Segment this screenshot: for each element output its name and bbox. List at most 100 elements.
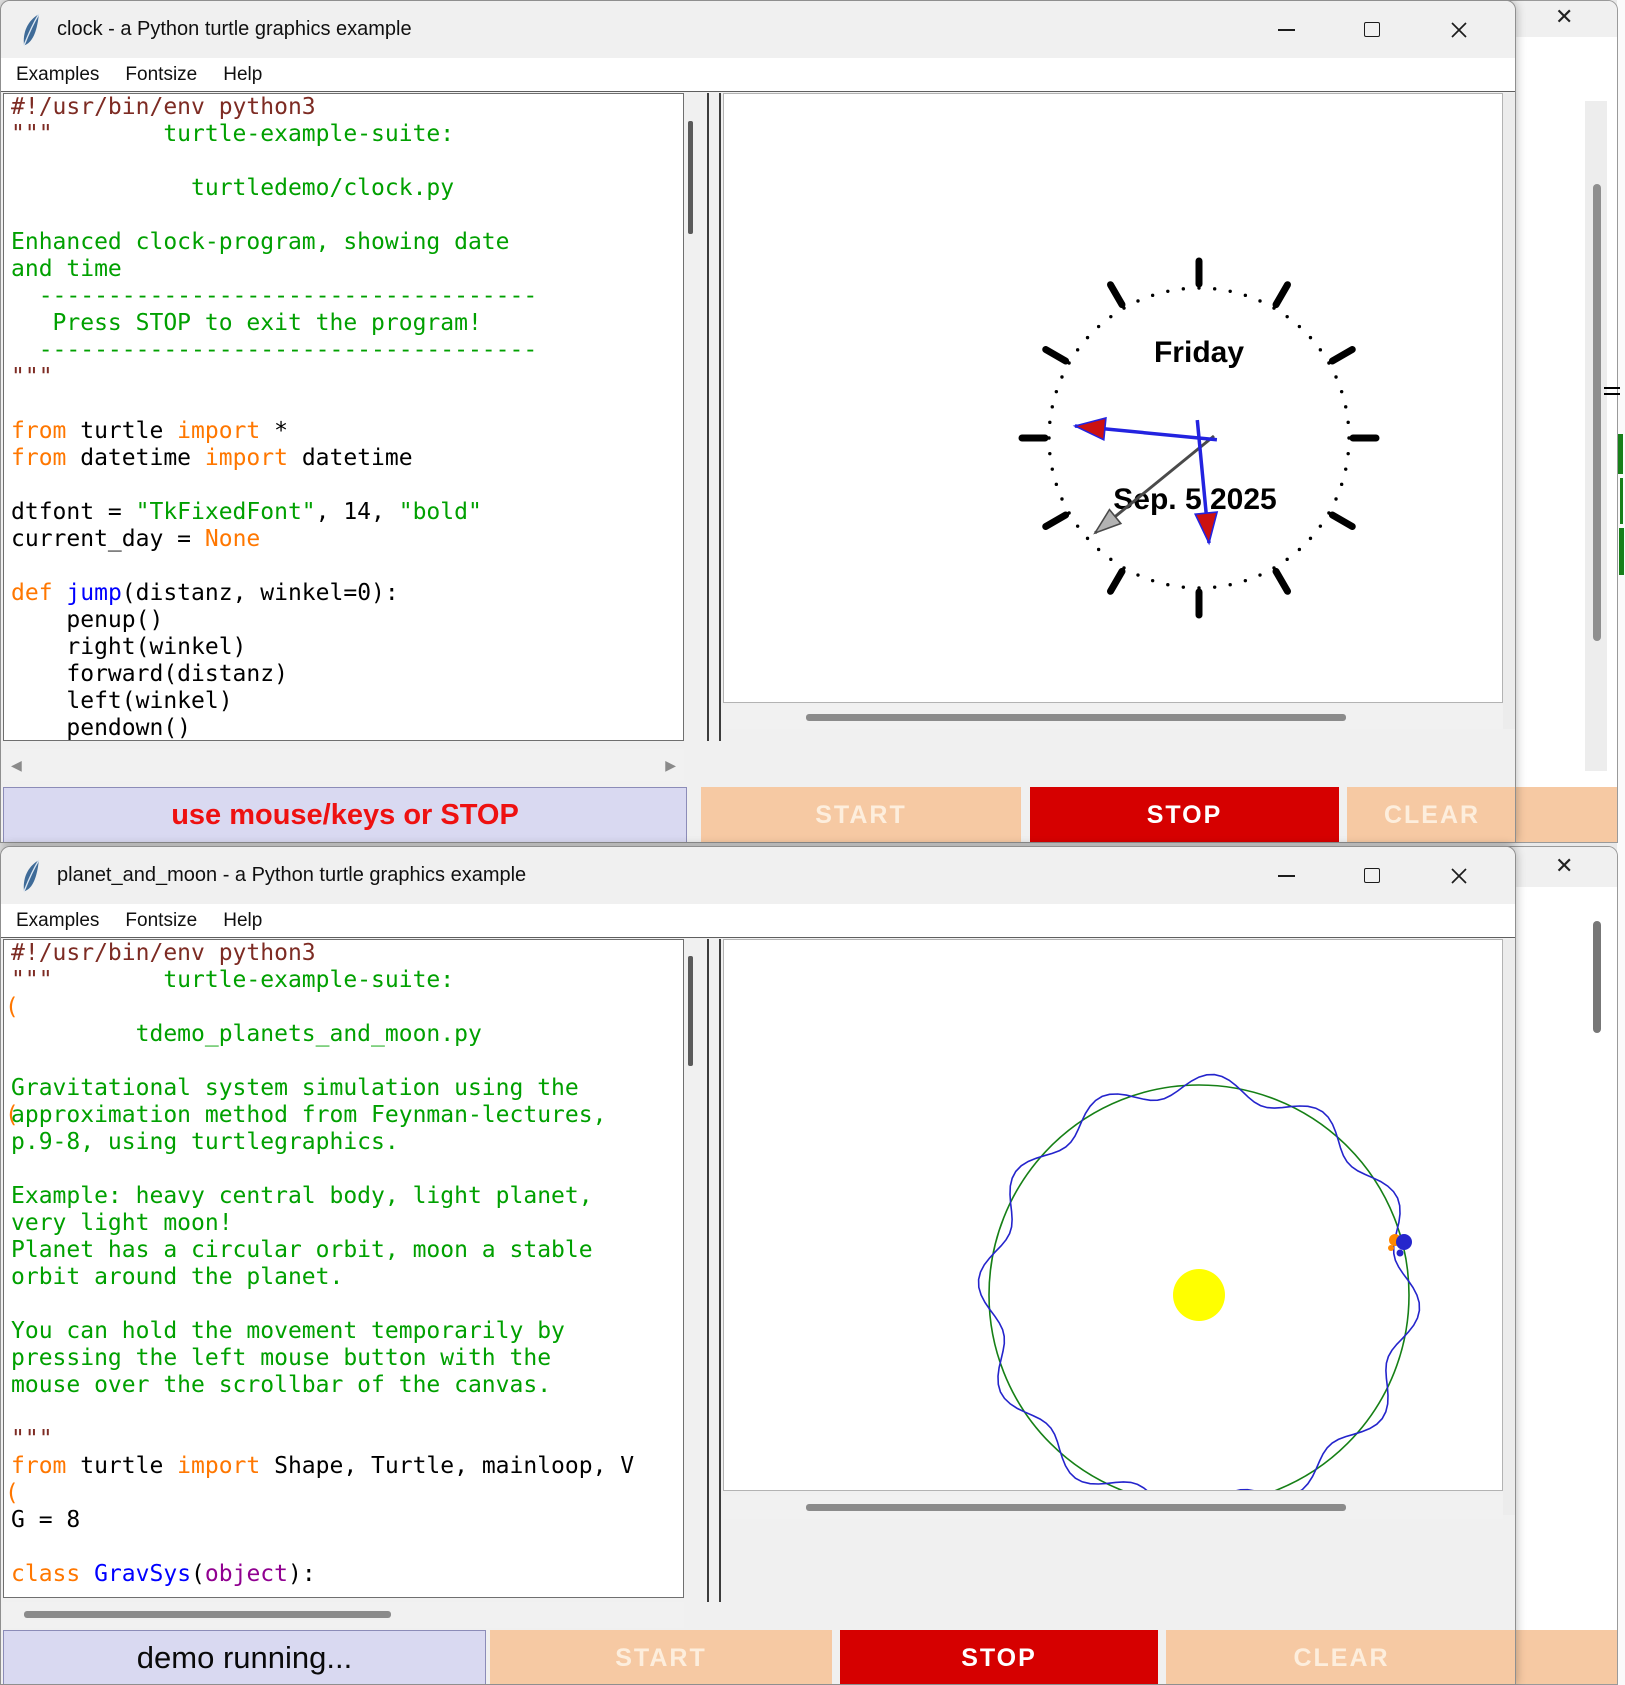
titlebar[interactable]: ✕ [1505,1,1617,37]
clock-minute-dot [1346,421,1349,424]
clock-minute-dot [1340,390,1343,393]
code-editor[interactable]: #!/usr/bin/env python3""" turtle-example… [3,939,684,1598]
clock-minute-dot [1334,375,1337,378]
stray-paren-glyph: ( [5,1480,19,1507]
stop-button[interactable]: STOP [840,1630,1158,1685]
code-line: from turtle import Shape, Turtle, mainlo… [4,1453,683,1480]
clock-minute-dot [1344,405,1347,408]
start-button[interactable]: START [701,787,1021,843]
turtle-canvas[interactable] [723,939,1503,1491]
window-planet-and-moon: planet_and_moon - a Python turtle graphi… [0,846,1516,1685]
code-line: orbit around the planet. [4,1264,683,1291]
code-line [4,472,683,499]
close-icon[interactable]: ✕ [1555,853,1573,879]
clock-minute-dot [1340,483,1343,486]
scrollbar-thumb[interactable] [688,956,693,1066]
pane-sash[interactable] [707,939,721,1602]
code-line: ------------------------------------ [4,337,683,364]
clock-minute-dot [1055,483,1058,486]
clock-minute-dot [1285,558,1288,561]
clock-minute-dot [1060,497,1063,500]
scroll-right-icon[interactable]: ▶ [665,758,676,772]
clock-day-label: Friday [1154,336,1244,369]
menu-fontsize[interactable]: Fontsize [112,910,210,932]
canvas-vertical-scrollbar[interactable] [1503,939,1516,1515]
stray-paren-glyph: ( [5,994,19,1021]
menu-fontsize[interactable]: Fontsize [112,64,210,86]
minimize-icon[interactable] [1257,847,1315,904]
code-line: """ turtle-example-suite: [4,121,683,148]
code-editor[interactable]: #!/usr/bin/env python3""" turtle-example… [3,93,684,741]
clock-minute-dot [1086,537,1089,540]
pane-sash[interactable] [707,93,721,741]
close-icon[interactable]: ✕ [1555,4,1573,30]
clock-hour-hand-arrow [1075,418,1106,440]
turtle-canvas[interactable]: FridaySep. 5 2025 [723,93,1503,703]
code-line: """ turtle-example-suite: [4,967,683,994]
minimize-icon[interactable] [1257,1,1315,58]
scrollbar-thumb[interactable] [24,1611,391,1618]
button-bar [1505,787,1617,843]
code-line [4,553,683,580]
code-horizontal-scrollbar[interactable]: ◀ ▶ [3,749,684,781]
clock-minute-dot [1285,315,1288,318]
clock-minute-dot [1051,405,1054,408]
clear-button[interactable]: CLEAR [1166,1630,1516,1685]
stop-button[interactable]: STOP [1030,787,1339,843]
scroll-left-icon[interactable]: ◀ [11,758,22,772]
scrollbar-thumb[interactable] [806,714,1346,721]
clock-minute-dot [1346,452,1349,455]
scrollbar-thumb[interactable] [688,121,693,234]
clock-minute-dot [1086,336,1089,339]
code-line: and time [4,256,683,283]
canvas-horizontal-scrollbar[interactable] [723,705,1503,729]
background-drawing-mark [1619,528,1624,575]
code-line: right(winkel) [4,634,683,661]
maximize-icon[interactable] [1343,847,1401,904]
canvas-vertical-scrollbar[interactable] [1503,93,1516,729]
scrollbar-thumb[interactable] [1593,184,1601,641]
python-feather-icon [19,13,45,47]
code-line: left(winkel) [4,688,683,715]
code-horizontal-scrollbar[interactable] [3,1602,684,1628]
code-line [4,1399,683,1426]
menu-bar: Examples Fontsize Help [1,58,1515,92]
code-line [4,1156,683,1183]
clock-minute-dot [1060,375,1063,378]
code-line: """ [4,364,683,391]
menu-examples[interactable]: Examples [3,64,112,86]
menu-help[interactable]: Help [210,64,275,86]
code-line: tdemo_planets_and_moon.py [4,1021,683,1048]
clear-button[interactable]: CLEAR [1347,787,1516,843]
code-line: """ [4,1426,683,1453]
clock-minute-dot [1228,583,1231,586]
titlebar[interactable]: clock - a Python turtle graphics example [1,1,1515,58]
close-icon[interactable] [1430,1,1488,58]
code-line: pendown() [4,715,683,741]
python-feather-icon [19,859,45,893]
clock-minute-dot [1136,573,1139,576]
scrollbar-thumb[interactable] [1593,921,1601,1033]
titlebar[interactable]: planet_and_moon - a Python turtle graphi… [1,847,1515,904]
background-drawing-mark [1620,478,1623,524]
clock-minute-dot [1244,579,1247,582]
background-window-bottom: ✕ [1504,846,1618,1685]
code-line: Example: heavy central body, light plane… [4,1183,683,1210]
clock-minute-dot [1213,287,1216,290]
clock-minute-dot [1048,452,1051,455]
maximize-icon[interactable] [1343,1,1401,58]
menu-help[interactable]: Help [210,910,275,932]
code-line: p.9-8, using turtlegraphics. [4,1129,683,1156]
start-button[interactable]: START [490,1630,832,1685]
code-line: pressing the left mouse button with the [4,1345,683,1372]
scrollbar-thumb[interactable] [806,1504,1346,1511]
code-line: Enhanced clock-program, showing date [4,229,683,256]
status-bar: use mouse/keys or STOP [3,787,687,843]
close-icon[interactable] [1430,847,1488,904]
canvas-horizontal-scrollbar[interactable] [723,1495,1503,1519]
titlebar[interactable]: ✕ [1505,847,1617,887]
clock-minute-dot [1166,583,1169,586]
clock-hour-tick [1276,285,1288,305]
menu-examples[interactable]: Examples [3,910,112,932]
window-title: planet_and_moon - a Python turtle graphi… [57,847,526,904]
